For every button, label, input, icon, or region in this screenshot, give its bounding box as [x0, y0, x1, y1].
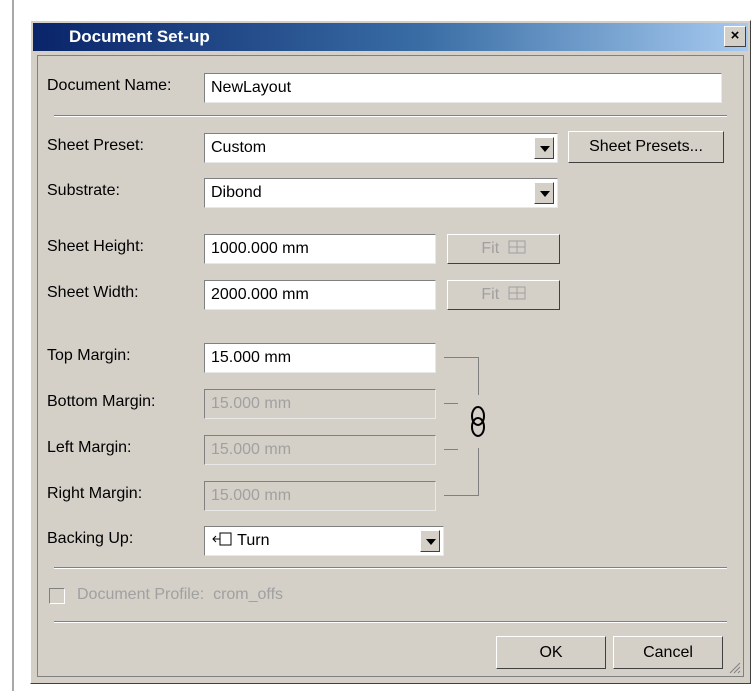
title-bar[interactable]: Document Set-up × — [33, 23, 748, 51]
backing-up-label: Backing Up: — [47, 530, 134, 547]
fit-height-button: Fit — [447, 234, 560, 264]
backing-up-value: Turn — [237, 532, 270, 549]
sheet-height-label: Sheet Height: — [47, 238, 144, 255]
substrate-value: Dibond — [211, 184, 262, 201]
sheet-width-input[interactable]: 2000.000 mm — [204, 280, 436, 310]
document-setup-dialog: Document Set-up × Document Name: NewLayo… — [30, 20, 751, 684]
left-margin-input: 15.000 mm — [204, 435, 436, 465]
sheet-preset-value: Custom — [211, 139, 267, 156]
close-button[interactable]: × — [724, 26, 746, 47]
turn-icon — [212, 532, 232, 546]
cancel-button[interactable]: Cancel — [613, 636, 723, 669]
dialog-title: Document Set-up — [69, 27, 210, 46]
substrate-select[interactable]: Dibond — [204, 178, 558, 208]
chain-link-icon[interactable] — [467, 402, 489, 442]
fit-sheet-icon — [508, 240, 526, 254]
chevron-down-icon[interactable] — [534, 182, 554, 204]
bottom-margin-label: Bottom Margin: — [47, 393, 156, 410]
sheet-width-label: Sheet Width: — [47, 284, 139, 301]
top-margin-label: Top Margin: — [47, 347, 131, 364]
left-margin-label: Left Margin: — [47, 439, 132, 456]
bottom-margin-input: 15.000 mm — [204, 389, 436, 419]
separator — [54, 115, 727, 117]
document-profile-checkbox — [49, 588, 65, 604]
fit-height-label: Fit — [481, 240, 500, 257]
right-margin-input: 15.000 mm — [204, 481, 436, 511]
document-name-label: Document Name: — [47, 77, 172, 94]
sheet-height-input[interactable]: 1000.000 mm — [204, 234, 436, 264]
sheet-preset-label: Sheet Preset: — [47, 137, 144, 154]
fit-width-button: Fit — [447, 280, 560, 310]
page-left-rule — [12, 0, 14, 691]
chevron-down-icon[interactable] — [420, 530, 440, 552]
document-profile-label: Document Profile: crom_offs — [77, 586, 284, 603]
resize-grip-icon[interactable] — [727, 660, 741, 674]
close-icon: × — [730, 27, 740, 44]
right-margin-label: Right Margin: — [47, 485, 143, 502]
separator — [54, 621, 727, 623]
chevron-down-icon[interactable] — [534, 137, 554, 159]
document-name-input[interactable]: NewLayout — [204, 73, 722, 103]
backing-up-select[interactable]: Turn — [204, 526, 444, 556]
ok-button[interactable]: OK — [496, 636, 606, 669]
sheet-preset-select[interactable]: Custom — [204, 133, 558, 163]
fit-sheet-icon — [508, 286, 526, 300]
separator — [54, 567, 727, 569]
fit-width-label: Fit — [481, 286, 500, 303]
top-margin-input[interactable]: 15.000 mm — [204, 343, 436, 373]
sheet-presets-button[interactable]: Sheet Presets... — [568, 131, 724, 163]
substrate-label: Substrate: — [47, 182, 120, 199]
dialog-body: Document Name: NewLayout Sheet Preset: C… — [37, 55, 744, 677]
